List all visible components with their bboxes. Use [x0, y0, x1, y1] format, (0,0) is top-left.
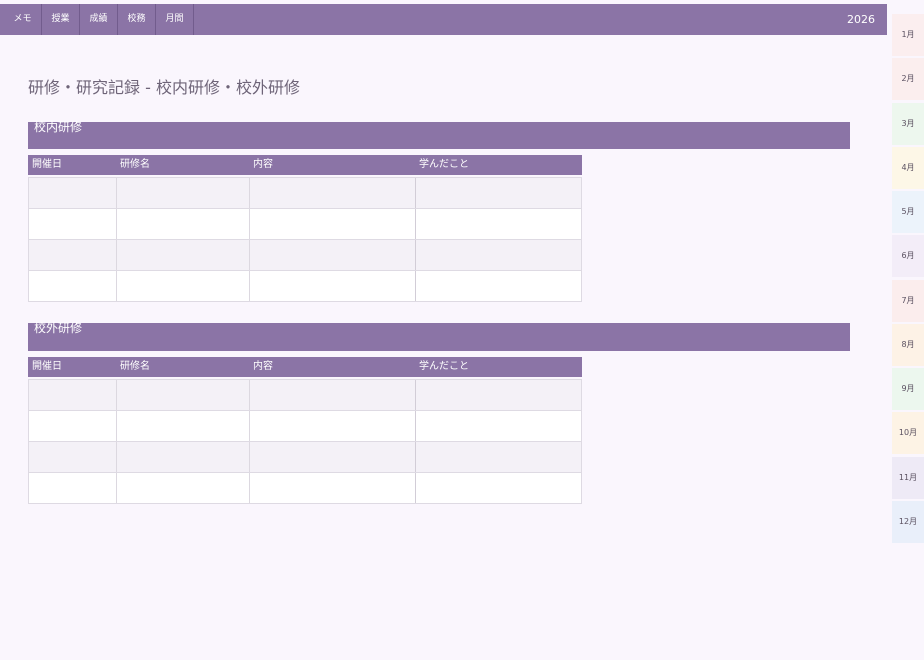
- month-tabs: 1月 2月 3月 4月 5月 6月 7月 8月 9月 10月 11月 12月: [892, 14, 924, 545]
- month-tab-10[interactable]: 10月: [892, 412, 924, 455]
- column-header-date: 開催日: [32, 361, 62, 372]
- cell-date[interactable]: [29, 473, 117, 503]
- column-header-learnings: 学んだこと: [419, 159, 469, 170]
- table-row: [29, 271, 581, 302]
- cell-date[interactable]: [29, 442, 117, 472]
- table-body: [28, 379, 582, 504]
- nav-tabs: メモ 授業 成績 校務 月間: [4, 4, 194, 35]
- table-row: [29, 442, 581, 473]
- year-label: 2026: [847, 13, 875, 26]
- cell-content[interactable]: [250, 380, 416, 410]
- nav-tab-school-affairs[interactable]: 校務: [118, 4, 156, 35]
- cell-date[interactable]: [29, 380, 117, 410]
- cell-content[interactable]: [250, 473, 416, 503]
- cell-content[interactable]: [250, 209, 416, 239]
- table-row: [29, 473, 581, 504]
- cell-content[interactable]: [250, 411, 416, 441]
- cell-content[interactable]: [250, 178, 416, 208]
- cell-content[interactable]: [250, 271, 416, 301]
- cell-content[interactable]: [250, 442, 416, 472]
- nav-tab-grades[interactable]: 成績: [80, 4, 118, 35]
- training-table: 開催日 研修名 内容 学んだこと: [28, 155, 582, 302]
- month-tab-11[interactable]: 11月: [892, 456, 924, 499]
- cell-training-name[interactable]: [117, 271, 250, 301]
- month-tab-7[interactable]: 7月: [892, 279, 924, 322]
- cell-learnings[interactable]: [416, 209, 581, 239]
- table-row: [29, 178, 581, 209]
- nav-tab-memo[interactable]: メモ: [4, 4, 42, 35]
- column-header-training-name: 研修名: [120, 159, 150, 170]
- month-tab-5[interactable]: 5月: [892, 191, 924, 234]
- month-tab-3[interactable]: 3月: [892, 102, 924, 145]
- cell-date[interactable]: [29, 271, 117, 301]
- column-header-content: 内容: [253, 361, 273, 372]
- cell-learnings[interactable]: [416, 473, 581, 503]
- cell-training-name[interactable]: [117, 178, 250, 208]
- table-row: [29, 209, 581, 240]
- cell-content[interactable]: [250, 240, 416, 270]
- cell-date[interactable]: [29, 209, 117, 239]
- cell-training-name[interactable]: [117, 209, 250, 239]
- cell-learnings[interactable]: [416, 411, 581, 441]
- section-header: 校外研修: [28, 321, 850, 351]
- table-header: 開催日 研修名 内容 学んだこと: [28, 357, 582, 377]
- month-tab-12[interactable]: 12月: [892, 500, 924, 543]
- section-header: 校内研修: [28, 120, 850, 149]
- nav-tab-lessons[interactable]: 授業: [42, 4, 80, 35]
- cell-learnings[interactable]: [416, 442, 581, 472]
- cell-learnings[interactable]: [416, 178, 581, 208]
- column-header-content: 内容: [253, 159, 273, 170]
- month-tab-1[interactable]: 1月: [892, 14, 924, 56]
- section-title: 校外研修: [34, 321, 83, 335]
- top-nav-bar: メモ 授業 成績 校務 月間 2026: [0, 4, 887, 35]
- column-header-learnings: 学んだこと: [419, 361, 469, 372]
- table-row: [29, 411, 581, 442]
- cell-date[interactable]: [29, 178, 117, 208]
- cell-training-name[interactable]: [117, 240, 250, 270]
- table-row: [29, 240, 581, 271]
- table-row: [29, 380, 581, 411]
- column-header-date: 開催日: [32, 159, 62, 170]
- cell-training-name[interactable]: [117, 380, 250, 410]
- cell-date[interactable]: [29, 240, 117, 270]
- cell-learnings[interactable]: [416, 240, 581, 270]
- cell-training-name[interactable]: [117, 473, 250, 503]
- month-tab-4[interactable]: 4月: [892, 146, 924, 189]
- month-tab-2[interactable]: 2月: [892, 58, 924, 101]
- section-title: 校内研修: [34, 120, 83, 134]
- nav-tab-monthly[interactable]: 月間: [156, 4, 194, 35]
- cell-training-name[interactable]: [117, 411, 250, 441]
- cell-date[interactable]: [29, 411, 117, 441]
- training-table: 開催日 研修名 内容 学んだこと: [28, 357, 582, 504]
- month-tab-6[interactable]: 6月: [892, 235, 924, 278]
- cell-training-name[interactable]: [117, 442, 250, 472]
- table-body: [28, 177, 582, 302]
- section-external-training: 校外研修 開催日 研修名 内容 学んだこと: [28, 321, 850, 504]
- section-in-school-training: 校内研修 開催日 研修名 内容 学んだこと: [28, 120, 850, 302]
- column-header-training-name: 研修名: [120, 361, 150, 372]
- cell-learnings[interactable]: [416, 271, 581, 301]
- month-tab-8[interactable]: 8月: [892, 323, 924, 366]
- cell-learnings[interactable]: [416, 380, 581, 410]
- month-tab-9[interactable]: 9月: [892, 368, 924, 411]
- table-header: 開催日 研修名 内容 学んだこと: [28, 155, 582, 175]
- page-title: 研修・研究記録 - 校内研修・校外研修: [28, 78, 300, 97]
